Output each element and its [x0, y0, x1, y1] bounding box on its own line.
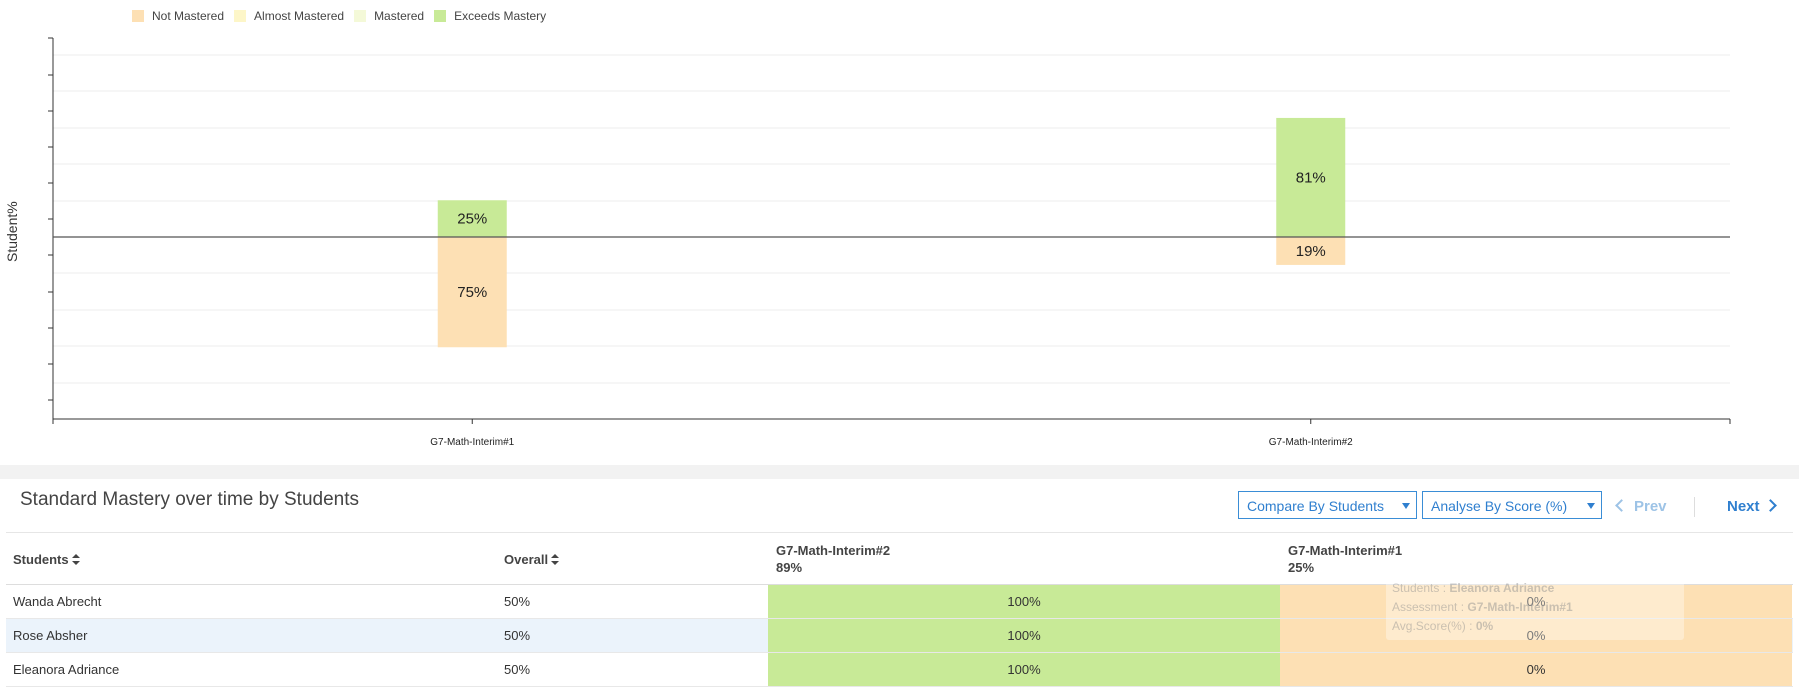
category-label: G7-Math-Interim#2 [1269, 437, 1353, 448]
bar-value-label: 81% [1296, 169, 1326, 186]
bar-value-label: 19% [1296, 243, 1326, 260]
next-button[interactable]: Next [1727, 498, 1777, 515]
score-cell-interim-2[interactable]: 100% [768, 585, 1280, 618]
student-name[interactable]: Rose Absher [13, 619, 87, 652]
table-row[interactable]: Eleanora Adriance 50% 100% 0% [6, 653, 1793, 687]
student-name[interactable]: Wanda Abrecht [13, 585, 101, 618]
column-header-interim-2: G7-Math-Interim#2 89% [776, 543, 890, 575]
next-label: Next [1727, 498, 1760, 515]
score-cell-interim-2[interactable]: 100% [768, 653, 1280, 686]
tooltip-students-line: Students : Eleanora Adriance [1392, 581, 1555, 595]
column-header-students[interactable]: Students [13, 552, 80, 567]
column-header-label: G7-Math-Interim#1 [1288, 543, 1403, 558]
column-header-interim-1: G7-Math-Interim#1 25% [1288, 543, 1402, 575]
column-header-label: Overall [504, 552, 549, 567]
compare-by-value: Compare By Students [1247, 498, 1384, 514]
category-label: G7-Math-Interim#1 [430, 437, 514, 448]
caret-down-icon [1587, 503, 1595, 509]
score-cell-interim-2[interactable]: 100% [768, 619, 1280, 652]
chart-plot: G7-Math-Interim#1 25% 75% G7-Math-Interim#2… [48, 37, 1731, 448]
column-header-score: 25% [1288, 560, 1315, 575]
overall-score: 50% [504, 594, 531, 609]
compare-by-select[interactable]: Compare By Students [1238, 491, 1417, 519]
chevron-right-icon [1763, 499, 1777, 512]
analyse-by-value: Analyse By Score (%) [1431, 498, 1568, 514]
bar-value-label: 75% [457, 284, 487, 301]
pager-divider [1694, 497, 1695, 517]
student-name[interactable]: Eleanora Adriance [13, 653, 119, 686]
analyse-by-select[interactable]: Analyse By Score (%) [1422, 491, 1602, 519]
prev-label: Prev [1634, 498, 1667, 515]
caret-down-icon [1402, 503, 1410, 509]
chevron-left-icon [1615, 499, 1628, 512]
column-header-label: Students [13, 552, 69, 567]
tooltip-assessment-line: Assessment : G7-Math-Interim#1 [1392, 600, 1573, 614]
section-separator [0, 465, 1799, 479]
mastery-chart: Not Mastered Almost Mastered Mastered Ex… [0, 0, 1799, 465]
overall-score: 50% [504, 628, 531, 643]
tooltip-score-line: Avg.Score(%) : 0% [1392, 619, 1494, 633]
column-header-score: 89% [776, 560, 803, 575]
section-title: Standard Mastery over time by Students [20, 489, 359, 510]
column-header-overall[interactable]: Overall [504, 552, 560, 567]
sort-icon[interactable] [551, 554, 560, 565]
prev-button[interactable]: Prev [1615, 498, 1667, 515]
score-cell-interim-1[interactable]: 0% [1280, 653, 1792, 686]
bar-value-label: 25% [457, 211, 487, 228]
column-header-label: G7-Math-Interim#2 [776, 543, 891, 558]
sort-icon[interactable] [71, 554, 80, 565]
divider [6, 532, 1793, 533]
score-tooltip: Students : Eleanora Adriance Assessment … [1386, 574, 1684, 640]
overall-score: 50% [504, 662, 531, 677]
